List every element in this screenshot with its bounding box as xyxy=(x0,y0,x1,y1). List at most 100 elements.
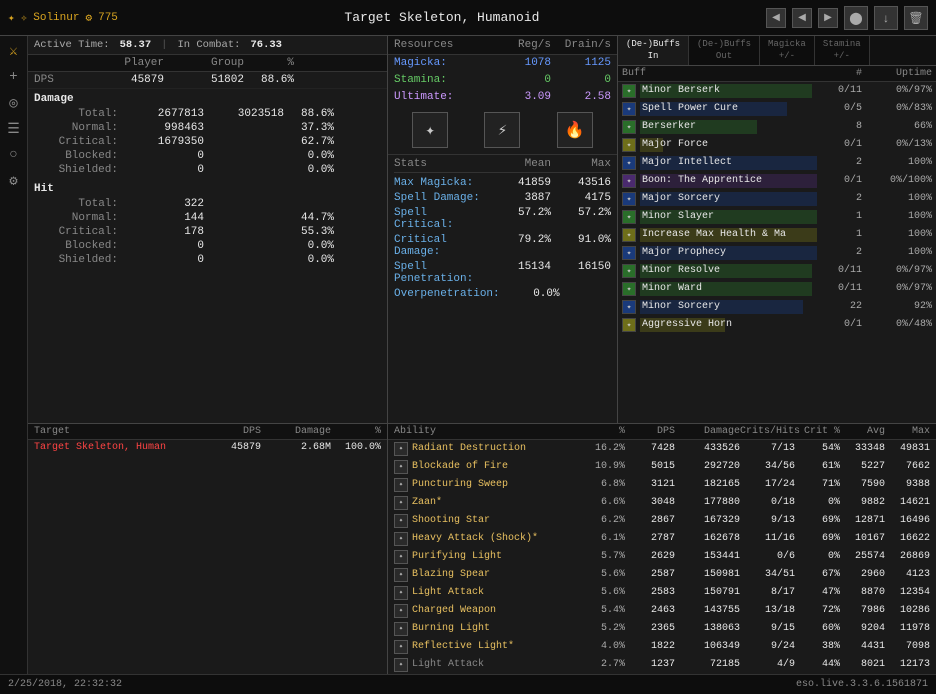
top-bar: ✦ ✧ Solinur ⚙ 775 Target Skeleton, Human… xyxy=(0,0,936,36)
buff-uptime: 0%/97% xyxy=(862,85,932,96)
target-dps-col: DPS xyxy=(201,426,261,437)
ability-dps-col: DPS xyxy=(625,426,675,437)
buff-icon: ✦ xyxy=(622,210,636,224)
damage-normal-row: Normal: 998463 37.3% xyxy=(34,121,381,135)
ab-pct: 5.4% xyxy=(580,605,625,616)
delete-btn[interactable]: 🗑 xyxy=(904,6,928,30)
buff-name: Minor Berserk xyxy=(640,85,720,96)
ab-dps: 1822 xyxy=(625,641,675,652)
save-btn[interactable]: ↓ xyxy=(874,6,898,30)
ab-dps: 2587 xyxy=(625,569,675,580)
ability-name: Light Attack xyxy=(412,587,580,598)
ability-icon: ✦ xyxy=(394,622,408,636)
buff-num: 1 xyxy=(817,211,862,222)
sidebar-icon-gear[interactable]: ⚙ xyxy=(3,170,25,192)
ab-critpct: 72% xyxy=(795,605,840,616)
hit-shielded-v2 xyxy=(204,254,284,266)
stats-label: Stats xyxy=(394,158,481,170)
shielded-v2 xyxy=(204,164,284,176)
damage-header: Damage xyxy=(34,91,381,107)
buff-num: 0/1 xyxy=(817,139,862,150)
stat-pen: Spell Penetration: 15134 16150 xyxy=(394,259,611,286)
ability-icon: ✦ xyxy=(394,568,408,582)
ultimate-label: Ultimate: xyxy=(394,91,491,103)
buff-name: Minor Slayer xyxy=(640,211,714,222)
record-btn[interactable]: ⬤ xyxy=(844,6,868,30)
hit-total-v3 xyxy=(284,198,334,210)
buff-num: 2 xyxy=(817,247,862,258)
normal-v1: 998463 xyxy=(124,122,204,134)
ab-max: 12173 xyxy=(885,659,930,670)
nav-prev-btn[interactable]: ◀ xyxy=(766,8,786,28)
sidebar-icon-menu[interactable]: ☰ xyxy=(3,118,25,140)
active-time-label: Active Time: xyxy=(34,39,110,51)
nav-next-btn[interactable]: ▶ xyxy=(818,8,838,28)
sidebar-icon-plus[interactable]: + xyxy=(3,66,25,88)
ability-icon: ✦ xyxy=(394,514,408,528)
nav-controls: ◀ ◀ ▶ ⬤ ↓ 🗑 xyxy=(766,6,928,30)
skill-icon-1[interactable]: ✦ xyxy=(412,112,448,148)
ab-critpct: 60% xyxy=(795,623,840,634)
ability-row: ✦Zaan*6.6%30481778800/180%988214621 xyxy=(388,494,936,512)
center-panel: Active Time: 58.37 | In Combat: 76.33 Pl… xyxy=(28,36,936,674)
ultimate-val: 3.09 xyxy=(491,91,551,103)
hit-normal-label: Normal: xyxy=(34,212,124,224)
buff-uptime: 100% xyxy=(862,157,932,168)
buff-uptime: 66% xyxy=(862,121,932,132)
buff-icon: ✦ xyxy=(622,264,636,278)
hit-normal-v1: 144 xyxy=(124,212,204,224)
ab-damage: 106349 xyxy=(675,641,740,652)
ability-icon: ✦ xyxy=(394,586,408,600)
skill-icon-2[interactable]: ⚡ xyxy=(484,112,520,148)
ab-pct: 2.7% xyxy=(580,659,625,670)
buff-num: 22 xyxy=(817,301,862,312)
normal-label: Normal: xyxy=(34,122,124,134)
buff-num: 0/11 xyxy=(817,85,862,96)
buff-name: Minor Sorcery xyxy=(640,301,720,312)
sidebar-icon-circle[interactable]: ○ xyxy=(3,144,25,166)
sidebar-icon-target[interactable]: ◎ xyxy=(3,92,25,114)
ab-max: 10286 xyxy=(885,605,930,616)
buff-name: Boon: The Apprentice xyxy=(640,175,762,186)
buff-row: ✦Major Intellect2100% xyxy=(618,154,936,172)
tab-debuffs-in[interactable]: (De-)Buffs In xyxy=(618,36,689,65)
skill-icon-3[interactable]: 🔥 xyxy=(557,112,593,148)
hit-critical-v1: 178 xyxy=(124,226,204,238)
ab-dps: 2583 xyxy=(625,587,675,598)
buff-bar-container: Major Force xyxy=(640,138,817,152)
tab-magicka[interactable]: Magicka +/- xyxy=(760,36,815,65)
window-title: Target Skeleton, Humanoid xyxy=(128,10,756,25)
ability-row: ✦Light Attack5.6%25831507918/1747%887012… xyxy=(388,584,936,602)
ability-icon: ✦ xyxy=(394,640,408,654)
ab-critpct: 38% xyxy=(795,641,840,652)
spellcrit-mean: 57.2% xyxy=(481,207,551,231)
sidebar-icon-sword[interactable]: ⚔ xyxy=(3,40,25,62)
tab-debuffs-out[interactable]: (De-)Buffs Out xyxy=(689,36,760,65)
total-v3: 88.6% xyxy=(284,108,334,120)
version: eso.live.3.3.6.1561871 xyxy=(796,679,928,690)
damage-shielded-row: Shielded: 0 0.0% xyxy=(34,163,381,177)
pct-col-header: % xyxy=(244,57,294,69)
tab-stamina[interactable]: Stamina +/- xyxy=(815,36,870,65)
ab-critpct: 67% xyxy=(795,569,840,580)
ab-damage: 177880 xyxy=(675,497,740,508)
buff-uptime: 92% xyxy=(862,301,932,312)
maxmagicka-name: Max Magicka: xyxy=(394,177,481,189)
combat-value: 76.33 xyxy=(250,39,282,51)
ab-max: 7662 xyxy=(885,461,930,472)
ab-max: 12354 xyxy=(885,587,930,598)
ability-row: ✦Blazing Spear5.6%258715098134/5167%2960… xyxy=(388,566,936,584)
ab-max: 14621 xyxy=(885,497,930,508)
ultimate-row: Ultimate: 3.09 2.58 xyxy=(388,89,617,106)
hit-blocked-row: Blocked: 0 0.0% xyxy=(34,239,381,253)
critical-v3: 62.7% xyxy=(284,136,334,148)
nav-prev2-btn[interactable]: ◀ xyxy=(792,8,812,28)
mean-header: Mean xyxy=(481,158,551,170)
target-damage-col: Damage xyxy=(261,426,331,437)
buff-bar-container: Minor Ward xyxy=(640,282,817,296)
buff-num: 0/11 xyxy=(817,265,862,276)
ab-dps: 3048 xyxy=(625,497,675,508)
buff-num: 1 xyxy=(817,229,862,240)
buff-icon: ✦ xyxy=(622,318,636,332)
bottom-panels: Target DPS Damage % Target Skeleton, Hum… xyxy=(28,424,936,674)
